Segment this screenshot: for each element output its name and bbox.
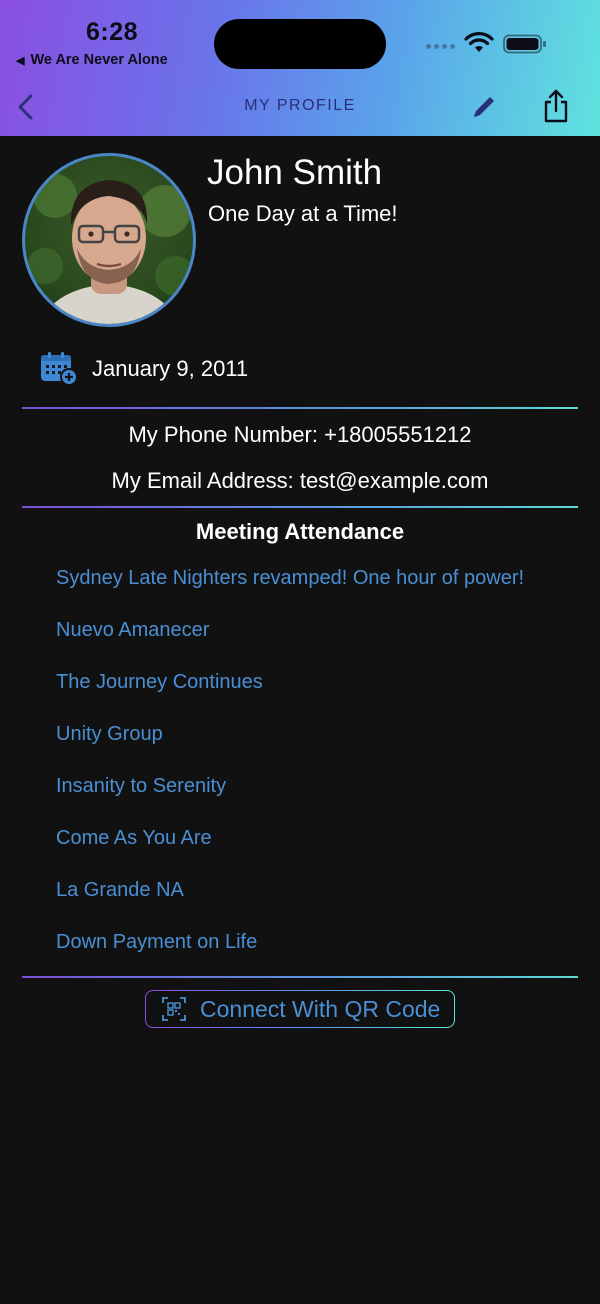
- back-triangle-icon: ◀: [16, 54, 25, 67]
- meeting-link[interactable]: Nuevo Amanecer: [56, 616, 524, 668]
- qr-code-icon: [162, 997, 186, 1021]
- connect-qr-button[interactable]: Connect With QR Code: [145, 990, 455, 1028]
- sobriety-date: January 9, 2011: [92, 356, 249, 381]
- avatar: [22, 153, 196, 327]
- meeting-link[interactable]: Sydney Late Nighters revamped! One hour …: [56, 564, 524, 616]
- meeting-list: Sydney Late Nighters revamped! One hour …: [56, 564, 524, 980]
- dynamic-island: [214, 19, 386, 69]
- back-to-app-label: We Are Never Alone: [30, 52, 168, 68]
- divider: [22, 407, 578, 409]
- battery-icon: [503, 34, 546, 54]
- meeting-link[interactable]: Come As You Are: [56, 824, 524, 876]
- avatar-photo: [27, 174, 193, 324]
- sobriety-date-row: January 9, 2011: [40, 352, 248, 386]
- page-title: MY PROFILE: [244, 97, 356, 114]
- divider: [22, 976, 578, 978]
- meeting-attendance-title: Meeting Attendance: [195, 519, 405, 544]
- pencil-icon[interactable]: [470, 93, 498, 121]
- meeting-link[interactable]: La Grande NA: [56, 876, 524, 928]
- connect-qr-label: Connect With QR Code: [200, 995, 441, 1022]
- divider: [22, 506, 578, 508]
- wifi-icon: [464, 32, 494, 52]
- meeting-link[interactable]: Insanity to Serenity: [56, 772, 524, 824]
- meeting-link[interactable]: Unity Group: [56, 720, 524, 772]
- status-time: 6:28: [86, 18, 139, 46]
- email-address[interactable]: My Email Address: test@example.com: [0, 468, 600, 494]
- cellular-signal-icon: [426, 44, 455, 49]
- calendar-add-icon: [41, 352, 78, 386]
- back-to-app-link[interactable]: ◀ We Are Never Alone: [16, 52, 168, 68]
- header-bar: 6:28 ◀ We Are Never Alone MY PROFILE: [0, 0, 600, 136]
- meeting-link[interactable]: The Journey Continues: [56, 668, 524, 720]
- profile-name: John Smith: [207, 153, 383, 192]
- profile-tagline: One Day at a Time!: [208, 201, 398, 226]
- phone-number[interactable]: My Phone Number: +18005551212: [0, 422, 600, 448]
- share-icon[interactable]: [540, 88, 572, 124]
- meeting-link[interactable]: Down Payment on Life: [56, 928, 524, 980]
